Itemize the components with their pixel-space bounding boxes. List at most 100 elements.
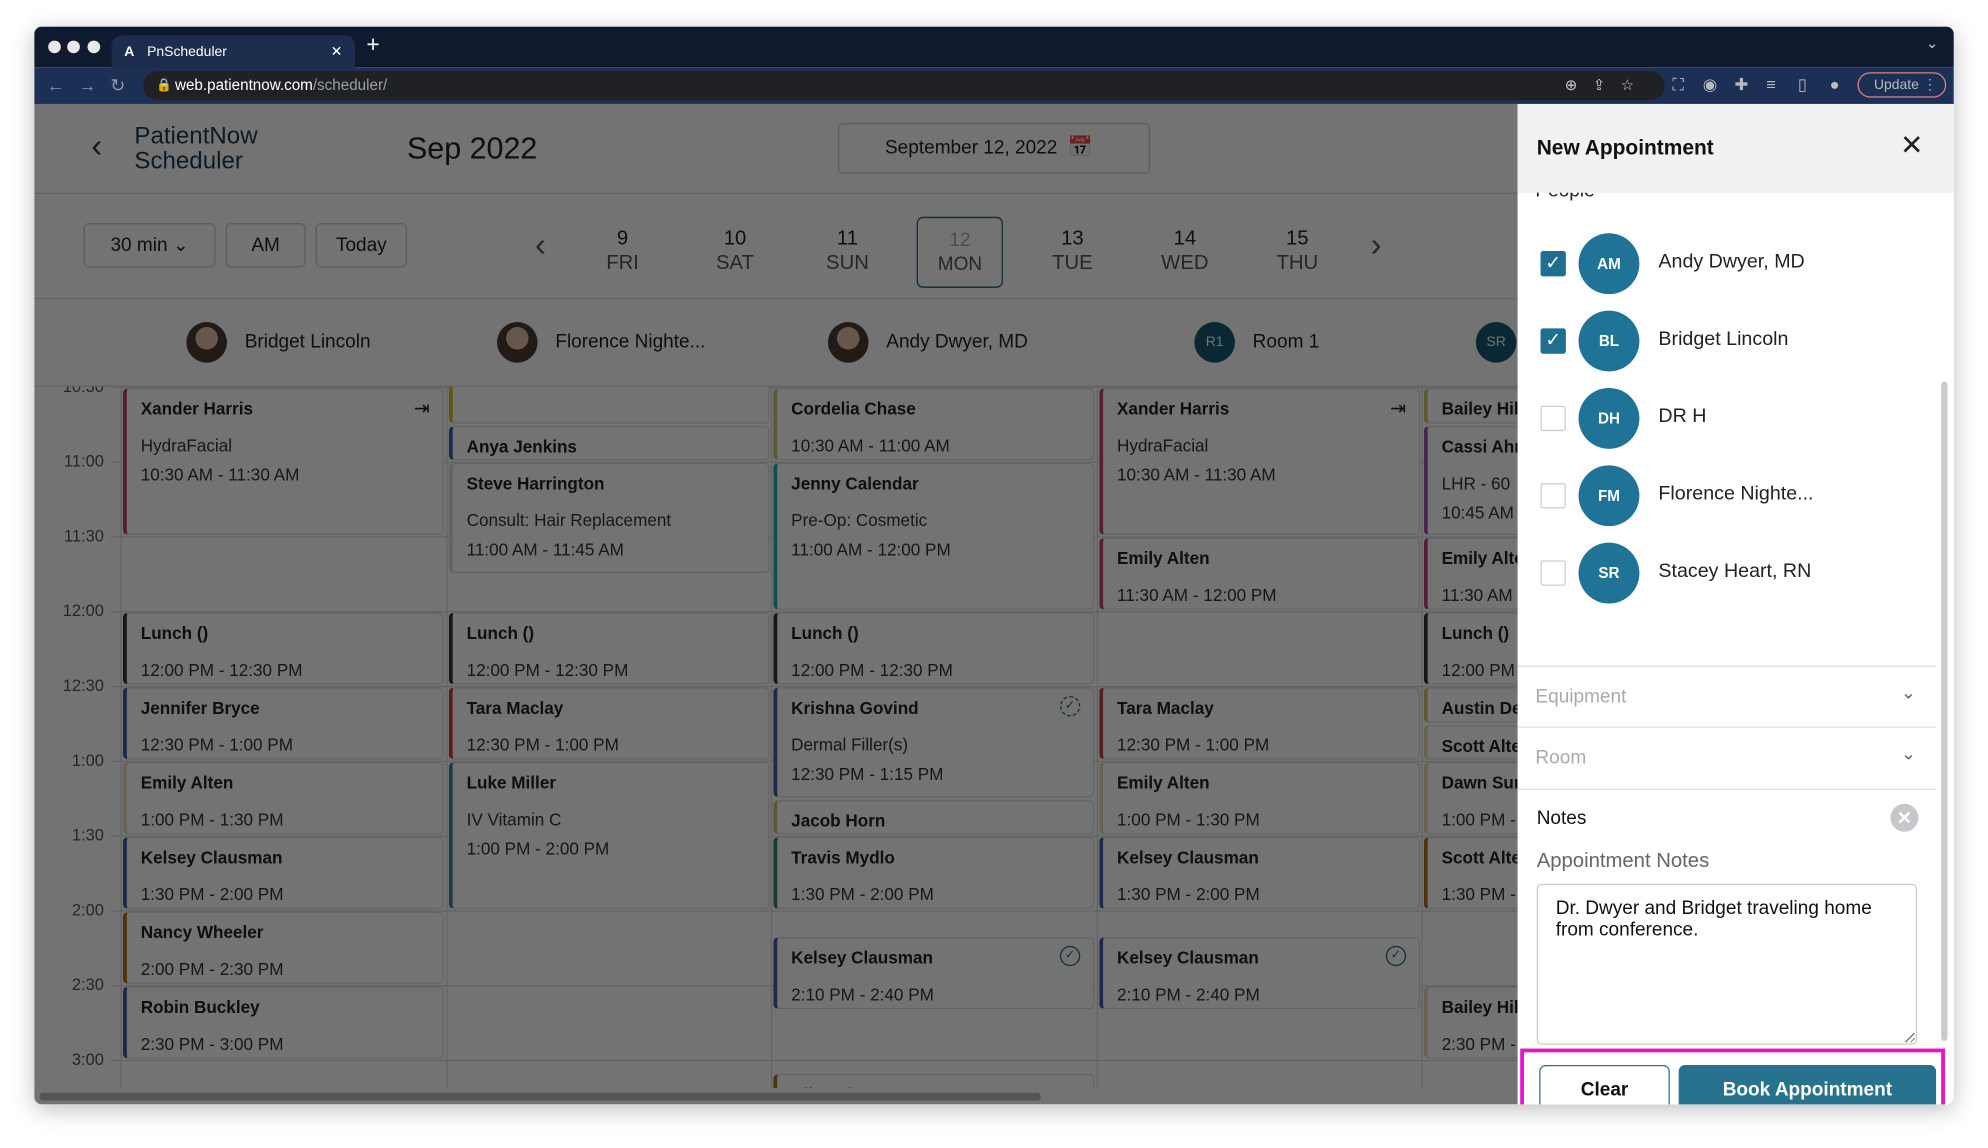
appointment-notes-input[interactable]: Dr. Dwyer and Bridget traveling home fro… bbox=[1536, 883, 1918, 1045]
back-icon[interactable]: ← bbox=[47, 75, 65, 95]
appointment-card[interactable]: Xander Harris HydraFacial 10:30 AM - 11:30… bbox=[122, 387, 444, 536]
day-14[interactable]: 14 WED bbox=[1142, 217, 1228, 288]
chevron-down-icon[interactable]: ⌄ bbox=[1901, 682, 1916, 704]
reload-icon[interactable]: ↻ bbox=[110, 75, 125, 97]
day-15[interactable]: 15 THU bbox=[1254, 217, 1340, 288]
appointment-card[interactable]: Xander Harris HydraFacial 10:30 AM - 11:30… bbox=[1099, 387, 1421, 536]
pending-check-icon[interactable]: ✓ bbox=[1059, 696, 1081, 717]
check-circle-icon[interactable]: ✓ bbox=[1059, 945, 1081, 966]
resource-header[interactable]: Bridget Lincoln bbox=[186, 322, 371, 363]
zoom-icon[interactable]: ⊕ bbox=[1565, 76, 1593, 94]
appointment-card[interactable]: Bailey Hill bbox=[1423, 387, 1518, 423]
appointment-card[interactable]: Lunch () 12:00 PM - 12:30 PM bbox=[122, 612, 444, 685]
appointment-card[interactable]: Emily Alten 1:00 PM - 1:30 PM bbox=[122, 762, 444, 835]
screenshot-extension-icon[interactable]: ⛶ bbox=[1672, 75, 1684, 95]
close-window-dot[interactable] bbox=[48, 40, 61, 54]
person-row[interactable]: DH DR H bbox=[1518, 387, 1954, 450]
appointment-card[interactable]: Krishna Govind Dermal Filler(s) 12:30 PM -… bbox=[773, 687, 1095, 797]
extensions-puzzle-icon[interactable]: ✚ bbox=[1734, 75, 1748, 95]
check-circle-icon[interactable]: ✓ bbox=[1385, 945, 1407, 966]
appointment-card[interactable]: Kelsey Clausman 1:30 PM - 2:00 PM bbox=[1099, 836, 1421, 910]
panel-scrollbar[interactable] bbox=[1941, 381, 1948, 1041]
person-row[interactable]: FM Florence Nighte... bbox=[1518, 464, 1954, 527]
resource-header[interactable]: R1 Room 1 bbox=[1194, 322, 1319, 363]
tab-menu-chevron-icon[interactable]: ⌄ bbox=[1926, 34, 1939, 52]
appointment-card[interactable]: Emily Alten 1:00 PM - 1:30 PM bbox=[1099, 762, 1421, 835]
appointment-card[interactable]: Kelsey Clausman 2:10 PM - 2:40 PM ✓ bbox=[773, 936, 1095, 1009]
update-button[interactable]: Update ⋮ bbox=[1857, 72, 1947, 98]
person-row[interactable]: ✓ BL Bridget Lincoln bbox=[1518, 309, 1954, 372]
day-9[interactable]: 9 FRI bbox=[579, 217, 665, 288]
appointment-card[interactable]: Jenny Calendar Pre-Op: Cosmetic 11:00 AM -… bbox=[773, 462, 1095, 610]
room-select[interactable]: Room bbox=[1535, 747, 1586, 769]
person-checkbox[interactable] bbox=[1540, 560, 1566, 586]
appointment-card[interactable]: Austin De bbox=[1423, 687, 1518, 723]
day-13[interactable]: 13 TUE bbox=[1029, 217, 1115, 288]
person-checkbox[interactable] bbox=[1540, 483, 1566, 509]
appointment-card[interactable]: Riley Finn3:05 PM - 3:35 PM bbox=[773, 1073, 1095, 1088]
minimize-window-dot[interactable] bbox=[67, 40, 80, 54]
appointment-card[interactable]: Tara Maclay 12:30 PM - 1:00 PM bbox=[1099, 687, 1421, 760]
color-extension-icon[interactable]: ◉ bbox=[1703, 75, 1717, 95]
new-tab-icon[interactable]: + bbox=[366, 32, 379, 59]
appointment-card[interactable]: Jacob Horn bbox=[773, 799, 1095, 835]
url-field[interactable]: 🔒 web.patientnow.com/scheduler/ ⊕⇪☆ bbox=[143, 71, 1665, 101]
back-chevron-icon[interactable]: ‹ bbox=[91, 127, 102, 166]
resource-header[interactable]: Florence Nighte... bbox=[497, 322, 705, 363]
appointment-card[interactable]: Tara Maclay 12:30 PM - 1:00 PM bbox=[448, 687, 770, 760]
appointment-card[interactable]: Kelsey Clausman 2:10 PM - 2:40 PM ✓ bbox=[1099, 936, 1421, 1009]
appointment-card[interactable]: Lunch () 12:00 PM - 12:30 PM bbox=[773, 612, 1095, 685]
day-12[interactable]: 12 MON bbox=[916, 216, 1004, 288]
forward-icon[interactable]: → bbox=[79, 75, 97, 95]
browser-tab[interactable]: A PnScheduler ✕ bbox=[111, 35, 356, 69]
remove-notes-icon[interactable]: ✕ bbox=[1890, 803, 1919, 832]
today-button[interactable]: Today bbox=[315, 223, 407, 268]
appointment-card[interactable]: Cassi Ahr LHR - 60 10:45 AM - 11:30 AM bbox=[1423, 425, 1518, 536]
next-week-icon[interactable]: › bbox=[1371, 226, 1382, 265]
appointment-card[interactable]: Nancy Wheeler 2:00 PM - 2:30 PM bbox=[122, 911, 444, 984]
appointment-card[interactable]: Anya Jenkins bbox=[448, 425, 770, 461]
person-checkbox[interactable]: ✓ bbox=[1540, 328, 1566, 354]
appointment-card[interactable]: Lunch () 12:00 PM - 12:30 PM bbox=[1423, 612, 1518, 685]
appointment-card[interactable]: Scott Alte 1:30 PM - 2:00 PM bbox=[1423, 836, 1518, 910]
appointment-card[interactable]: Cordelia Chase 10:30 AM - 11:00 AM bbox=[773, 387, 1095, 461]
resource-header[interactable]: SR bbox=[1475, 322, 1518, 363]
appointment-card[interactable]: Steve Harrington Consult: Hair Replacemen… bbox=[448, 462, 770, 573]
appointment-card[interactable]: Robin Buckley 2:30 PM - 3:00 PM bbox=[122, 986, 444, 1059]
appointment-card[interactable]: 10:00 AM - 10:45 AM bbox=[448, 386, 770, 423]
side-panel-icon[interactable]: ▯ bbox=[1798, 75, 1807, 95]
appointment-card[interactable]: Lunch () 12:00 PM - 12:30 PM bbox=[448, 612, 770, 685]
maximize-window-dot[interactable] bbox=[87, 40, 101, 54]
date-picker[interactable]: September 12, 2022 📅 bbox=[838, 122, 1150, 174]
appointment-card[interactable]: Jennifer Bryce 12:30 PM - 1:00 PM bbox=[122, 687, 444, 760]
calendar-icon[interactable]: 📅 bbox=[1068, 124, 1093, 172]
appointment-card[interactable]: Scott Alte bbox=[1423, 724, 1518, 760]
equipment-select[interactable]: Equipment bbox=[1535, 686, 1626, 708]
bookmark-star-icon[interactable]: ☆ bbox=[1621, 76, 1650, 94]
person-checkbox[interactable]: ✓ bbox=[1540, 251, 1566, 277]
person-row[interactable]: ✓ AM Andy Dwyer, MD bbox=[1518, 232, 1954, 295]
appointment-card[interactable]: Dawn Sun 1:00 PM - 1:30 PM bbox=[1423, 762, 1518, 835]
reading-list-icon[interactable]: ≡ bbox=[1766, 75, 1776, 94]
interval-select[interactable]: 30 min ⌄ bbox=[83, 223, 216, 268]
resource-header[interactable]: Andy Dwyer, MD bbox=[827, 322, 1028, 363]
profile-avatar-icon[interactable]: ● bbox=[1830, 75, 1840, 94]
close-tab-icon[interactable]: ✕ bbox=[331, 36, 343, 69]
am-pm-button[interactable]: AM bbox=[225, 223, 306, 268]
share-icon[interactable]: ⇪ bbox=[1593, 76, 1621, 94]
person-row[interactable]: SR Stacey Heart, RN bbox=[1518, 541, 1954, 604]
chevron-down-icon[interactable]: ⌄ bbox=[1901, 743, 1916, 765]
appointment-card[interactable]: Emily Alte 11:30 AM - 12:00 PM bbox=[1423, 537, 1518, 610]
horizontal-scrollbar[interactable] bbox=[39, 1092, 1041, 1101]
logout-icon[interactable]: ⇥ bbox=[1390, 397, 1406, 420]
book-appointment-button[interactable]: Book Appointment bbox=[1678, 1065, 1937, 1105]
person-checkbox[interactable] bbox=[1540, 405, 1566, 432]
prev-week-icon[interactable]: ‹ bbox=[535, 226, 546, 265]
appointment-card[interactable]: Travis Mydlo 1:30 PM - 2:00 PM bbox=[773, 836, 1095, 910]
close-icon[interactable]: ✕ bbox=[1900, 129, 1923, 162]
appointment-card[interactable]: Bailey Hill 2:30 PM - 3:00 PM bbox=[1423, 986, 1518, 1059]
appointment-card[interactable]: Emily Alten 11:30 AM - 12:00 PM bbox=[1099, 537, 1421, 610]
appointment-card[interactable]: Kelsey Clausman 1:30 PM - 2:00 PM bbox=[122, 836, 444, 910]
day-10[interactable]: 10 SAT bbox=[692, 217, 778, 288]
day-11[interactable]: 11 SUN bbox=[804, 217, 890, 288]
